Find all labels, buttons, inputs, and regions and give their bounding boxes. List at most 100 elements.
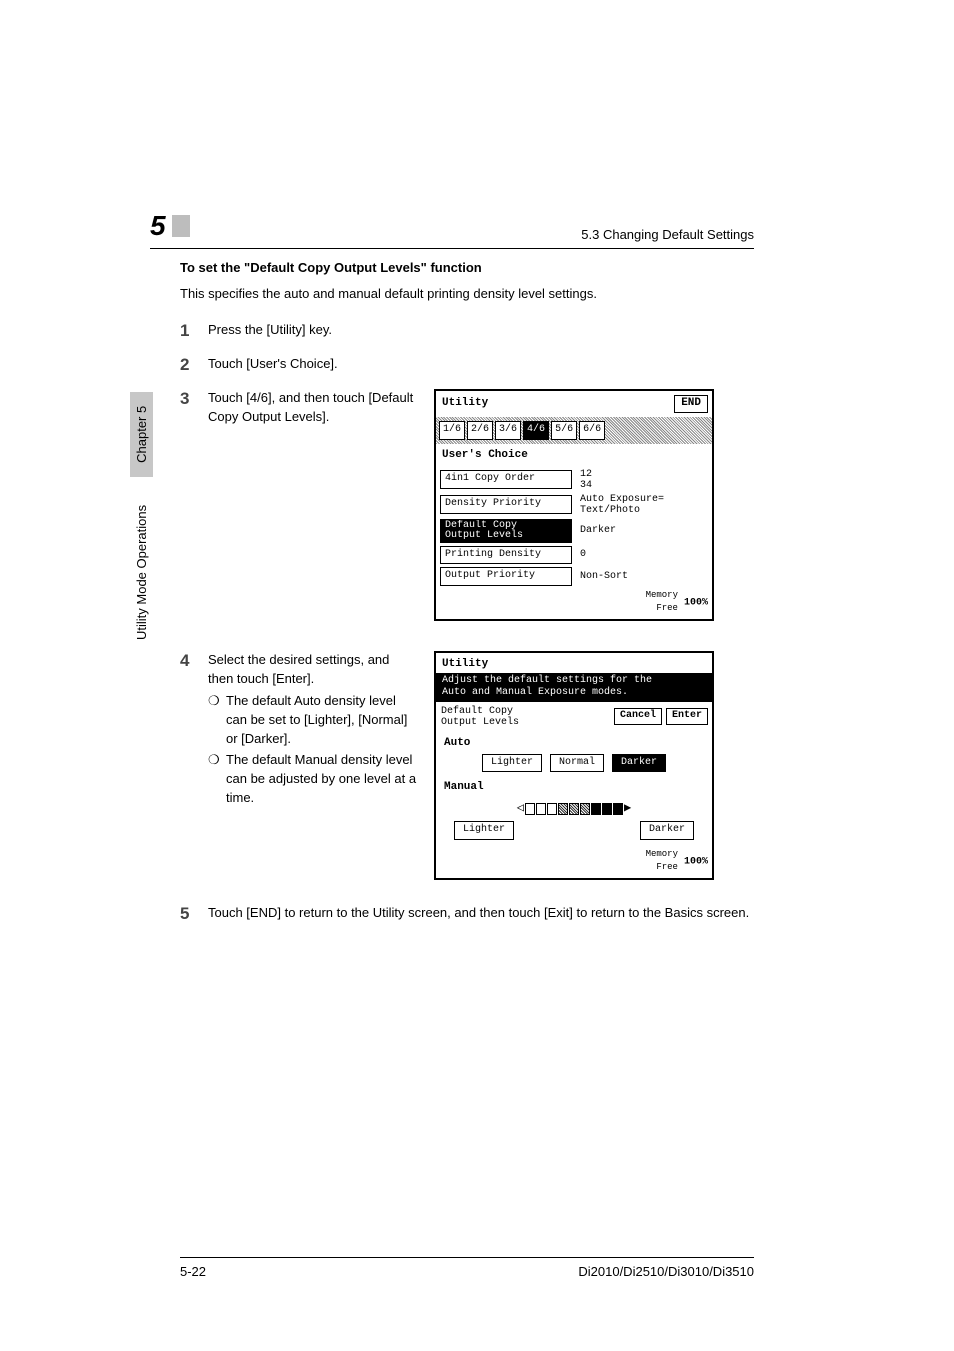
tab-4-6[interactable]: 4/6 <box>523 421 549 440</box>
end-button[interactable]: END <box>674 395 708 413</box>
section-intro: This specifies the auto and manual defau… <box>180 285 754 303</box>
bullet-icon: ❍ <box>208 692 226 749</box>
step-number: 3 <box>180 389 208 620</box>
slider-cell <box>558 803 568 815</box>
value-top: Auto Exposure= <box>580 494 664 505</box>
memory-free-row: Memory Free 100% <box>436 589 712 619</box>
enter-button[interactable]: Enter <box>666 708 708 725</box>
tab-6-6[interactable]: 6/6 <box>579 421 605 440</box>
slider-cell <box>602 803 612 815</box>
dialog-buttons: Cancel Enter <box>614 708 708 725</box>
density-priority-value: Auto Exposure= Text/Photo <box>580 494 664 516</box>
manual-buttons: Lighter Darker <box>444 821 704 844</box>
page: 5 5.3 Changing Default Settings Utility … <box>0 0 954 1351</box>
chapter-number-box: 5 <box>150 210 190 242</box>
step-text: Touch [END] to return to the Utility scr… <box>208 904 754 924</box>
step-number: 1 <box>180 321 208 341</box>
slider-cell <box>525 803 535 815</box>
row-printing-density: Printing Density 0 <box>440 546 708 565</box>
slider-cell <box>536 803 546 815</box>
manual-lighter-button[interactable]: Lighter <box>454 821 514 840</box>
copy-order-button[interactable]: 4in1 Copy Order <box>440 470 572 489</box>
screen-label: Default Copy Output Levels <box>440 705 520 729</box>
manual-group: Manual ◁ <box>436 776 712 848</box>
tab-3-6[interactable]: 3/6 <box>495 421 521 440</box>
figure-title: Utility <box>442 396 488 412</box>
auto-buttons: Lighter Normal Darker <box>444 754 704 773</box>
auto-normal-button[interactable]: Normal <box>550 754 604 773</box>
sub-bullet-1: ❍The default Auto density level can be s… <box>208 692 418 749</box>
bullet-text: The default Auto density level can be se… <box>226 692 418 749</box>
memory-value: 100% <box>684 857 708 868</box>
step-text-column: Select the desired settings, and then to… <box>208 651 418 810</box>
row-density-priority: Density Priority Auto Exposure= Text/Pho… <box>440 494 708 516</box>
value-bot: 34 <box>580 480 592 491</box>
figure-utility-users-choice: Utility END 1/6 2/6 3/6 4/6 5/6 6/6 User… <box>434 389 714 620</box>
manual-darker-button[interactable]: Darker <box>640 821 694 840</box>
memory-label: Memory Free <box>646 848 678 874</box>
memory-free-row: Memory Free 100% <box>436 848 712 878</box>
sub-bullets: ❍The default Auto density level can be s… <box>208 692 418 807</box>
chapter-bar-icon <box>172 215 190 237</box>
step-number: 2 <box>180 355 208 375</box>
density-priority-button[interactable]: Density Priority <box>440 495 572 514</box>
default-copy-output-levels-value: Darker <box>580 525 616 536</box>
slider-cell <box>569 803 579 815</box>
side-tab: Utility Mode Operations Chapter 5 <box>130 392 153 640</box>
figure-header: Utility <box>436 653 712 673</box>
output-priority-value: Non-Sort <box>580 571 628 582</box>
step-text: Select the desired settings, and then to… <box>208 651 418 689</box>
memory-label: Memory Free <box>646 589 678 615</box>
side-tab-chapter: Chapter 5 <box>130 392 153 477</box>
message-line-1: Adjust the default settings for the <box>442 675 706 688</box>
step-number: 5 <box>180 904 208 924</box>
figure-default-copy-output-levels: Utility Adjust the default settings for … <box>434 651 714 880</box>
row-copy-order: 4in1 Copy Order 12 34 <box>440 469 708 491</box>
settings-list: 4in1 Copy Order 12 34 Density Priority A… <box>436 469 712 586</box>
slider-cell <box>580 803 590 815</box>
output-priority-button[interactable]: Output Priority <box>440 567 572 586</box>
auto-lighter-button[interactable]: Lighter <box>482 754 542 773</box>
value-bot: Text/Photo <box>580 505 664 516</box>
chapter-number: 5 <box>150 210 170 242</box>
bullet-text: The default Manual density level can be … <box>226 751 418 808</box>
step-2: 2 Touch [User's Choice]. <box>180 355 754 375</box>
tab-5-6[interactable]: 5/6 <box>551 421 577 440</box>
printing-density-button[interactable]: Printing Density <box>440 546 572 565</box>
auto-darker-button[interactable]: Darker <box>612 754 666 773</box>
content-area: To set the "Default Copy Output Levels" … <box>180 260 754 1251</box>
copy-order-value: 12 34 <box>580 469 592 491</box>
section-heading: To set the "Default Copy Output Levels" … <box>180 260 754 275</box>
row-output-priority: Output Priority Non-Sort <box>440 567 708 586</box>
step-5: 5 Touch [END] to return to the Utility s… <box>180 904 754 924</box>
users-choice-label: User's Choice <box>436 446 712 466</box>
figure-header: Utility END <box>436 391 712 413</box>
step-4: 4 Select the desired settings, and then … <box>180 651 754 880</box>
tab-1-6[interactable]: 1/6 <box>439 421 465 440</box>
slider-cell <box>591 803 601 815</box>
figure-title: Utility <box>442 657 488 673</box>
step-body: Select the desired settings, and then to… <box>208 651 754 880</box>
printing-density-value: 0 <box>580 549 586 560</box>
step-text: Press the [Utility] key. <box>208 321 754 341</box>
cancel-button[interactable]: Cancel <box>614 708 662 725</box>
slider-cell-selected <box>613 803 623 815</box>
step-text: Touch [4/6], and then touch [Default Cop… <box>208 389 418 427</box>
default-copy-output-levels-button[interactable]: Default Copy Output Levels <box>440 519 572 543</box>
step-3: 3 Touch [4/6], and then touch [Default C… <box>180 389 754 620</box>
running-title: 5.3 Changing Default Settings <box>581 227 754 242</box>
step-body: Touch [4/6], and then touch [Default Cop… <box>208 389 754 620</box>
figure-top-row: Default Copy Output Levels Cancel Enter <box>436 702 712 732</box>
bullet-icon: ❍ <box>208 751 226 808</box>
step-number: 4 <box>180 651 208 880</box>
step-1: 1 Press the [Utility] key. <box>180 321 754 341</box>
density-slider[interactable]: ◁ ▶ <box>444 800 704 817</box>
message-line-2: Auto and Manual Exposure modes. <box>442 687 706 700</box>
tab-2-6[interactable]: 2/6 <box>467 421 493 440</box>
auto-label: Auto <box>444 736 704 752</box>
page-number: 5-22 <box>180 1264 206 1279</box>
model-list: Di2010/Di2510/Di3010/Di3510 <box>578 1264 754 1279</box>
page-tabs: 1/6 2/6 3/6 4/6 5/6 6/6 <box>436 417 712 444</box>
value-top: 12 <box>580 469 592 480</box>
steps-list: 1 Press the [Utility] key. 2 Touch [User… <box>180 321 754 924</box>
